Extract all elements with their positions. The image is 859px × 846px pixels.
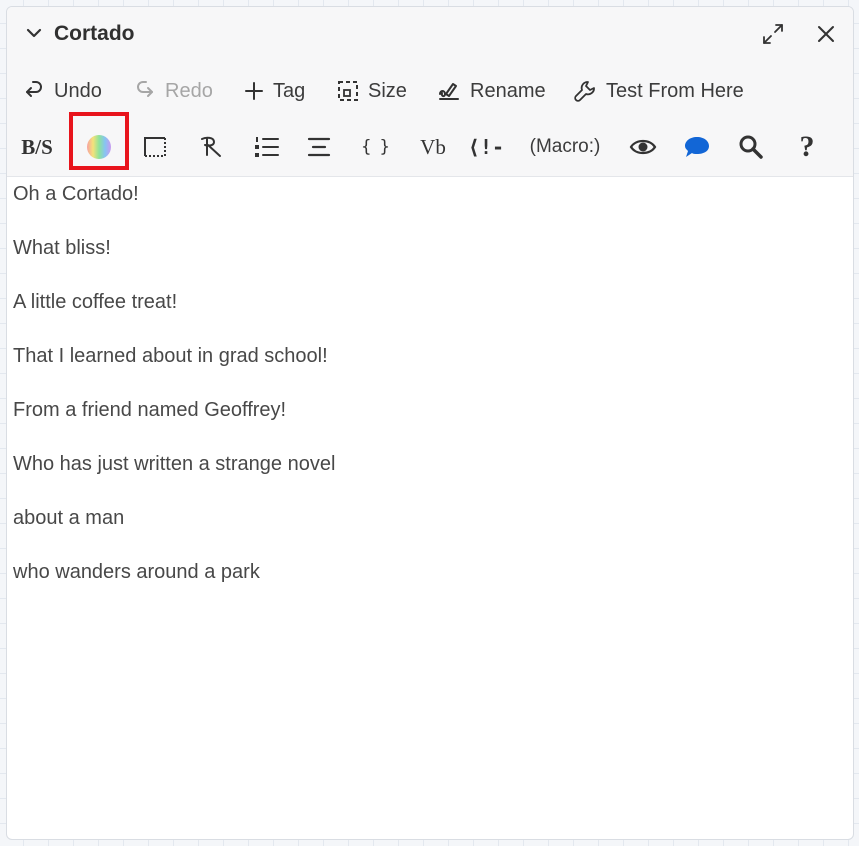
text-line: What bliss! — [13, 237, 111, 259]
text-line: Who has just written a strange novel — [13, 453, 336, 475]
size-icon — [338, 81, 358, 101]
close-icon — [818, 26, 834, 42]
passage-text-editor[interactable]: Oh a Cortado! What bliss! A little coffe… — [7, 177, 853, 619]
collapse-button[interactable] — [23, 22, 45, 44]
speech-bubble-icon — [685, 137, 709, 157]
text-line: about a man — [13, 507, 125, 529]
redo-button[interactable]: Redo — [134, 77, 213, 105]
text-line: A little coffee treat! — [13, 291, 178, 313]
rename-button[interactable]: Rename — [437, 77, 546, 105]
text-line: who wanders around a park — [13, 561, 260, 583]
search-icon — [739, 135, 763, 159]
help-button[interactable]: ? — [787, 130, 827, 163]
comment-icon: ⟨!- — [467, 135, 505, 159]
dialog-titlebar: Cortado — [7, 7, 853, 63]
border-icon — [144, 137, 166, 157]
text-line: Oh a Cortado! — [13, 183, 139, 205]
chevron-down-icon — [26, 28, 42, 38]
macro-label: (Macro:) — [529, 136, 601, 157]
font-style-button[interactable] — [192, 132, 232, 162]
tag-label: Tag — [273, 79, 306, 102]
plus-icon — [245, 82, 263, 100]
format-toolbar: B/S {} Vb ⟨!- (Macro:) ? — [7, 112, 853, 177]
list-icon — [255, 137, 279, 157]
test-from-here-button[interactable]: Test From Here — [573, 77, 744, 105]
code-braces-button[interactable]: { } — [355, 132, 395, 162]
preview-button[interactable] — [623, 132, 663, 162]
undo-icon — [26, 81, 42, 97]
undo-label: Undo — [54, 79, 102, 102]
wrench-icon — [574, 81, 595, 102]
rename-label: Rename — [470, 79, 546, 102]
text-line: From a friend named Geoffrey! — [13, 399, 287, 421]
bold-strike-icon: B/S — [21, 134, 53, 159]
size-button[interactable]: Size — [337, 77, 407, 105]
align-button[interactable] — [299, 132, 339, 162]
passage-toolbar: Undo Redo Tag Size Rename Test From Here — [7, 63, 853, 119]
redo-label: Redo — [165, 79, 213, 102]
speech-bubble-button[interactable] — [677, 132, 717, 162]
color-wheel-icon — [87, 135, 111, 159]
braces-icon: { } — [361, 137, 390, 157]
expand-icon — [763, 24, 783, 44]
signature-icon — [439, 83, 459, 100]
test-from-here-label: Test From Here — [606, 79, 744, 102]
color-picker-button[interactable] — [79, 132, 119, 162]
undo-button[interactable]: Undo — [23, 77, 102, 105]
eye-icon — [629, 139, 657, 155]
font-style-icon — [201, 136, 221, 157]
redo-icon — [137, 81, 153, 97]
comment-button[interactable]: ⟨!- — [463, 132, 509, 162]
macro-button[interactable]: (Macro:) — [519, 132, 611, 162]
verbatim-button[interactable]: Vb — [411, 132, 455, 162]
tag-button[interactable]: Tag — [244, 77, 305, 105]
align-center-icon — [307, 137, 331, 157]
search-button[interactable] — [731, 132, 771, 162]
help-icon: ? — [799, 130, 815, 163]
border-button[interactable] — [135, 132, 175, 162]
text-line: That I learned about in grad school! — [13, 345, 328, 367]
verbatim-icon: Vb — [420, 134, 446, 159]
list-button[interactable] — [247, 132, 287, 162]
maximize-button[interactable] — [760, 21, 786, 47]
bold-strike-button[interactable]: B/S — [17, 132, 57, 162]
dialog-title: Cortado — [54, 22, 135, 45]
size-label: Size — [368, 79, 407, 102]
passage-editor-dialog: Cortado Undo Redo Tag Size Rename Test F… — [6, 6, 854, 840]
close-button[interactable] — [813, 21, 839, 47]
